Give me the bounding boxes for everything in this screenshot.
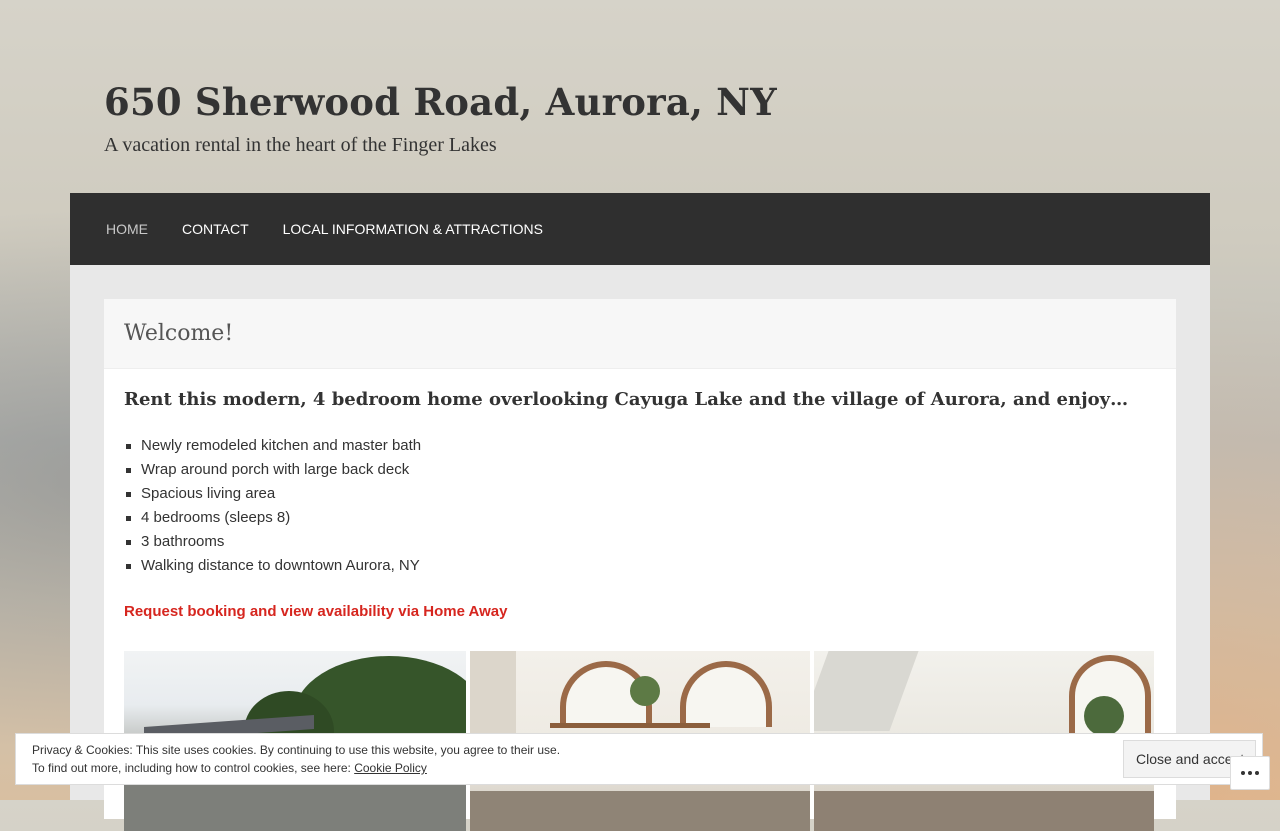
booking-link[interactable]: Request booking and view availability vi… <box>124 603 1156 620</box>
site-tagline: A vacation rental in the heart of the Fi… <box>104 134 497 156</box>
dot-icon <box>1241 771 1245 775</box>
feature-item: 3 bathrooms <box>124 530 1176 554</box>
dot-icon <box>1248 771 1252 775</box>
feature-item: Wrap around porch with large back deck <box>124 458 1176 482</box>
feature-item: Newly remodeled kitchen and master bath <box>124 434 1176 458</box>
dot-icon <box>1255 771 1259 775</box>
cookie-notice: Privacy & Cookies: This site uses cookie… <box>32 741 560 777</box>
post-header: Welcome! <box>104 299 1176 369</box>
feature-item: Spacious living area <box>124 482 1176 506</box>
site-header: 650 Sherwood Road, Aurora, NY A vacation… <box>104 80 777 157</box>
post-title: Welcome! <box>124 321 234 346</box>
main-navigation: HOME CONTACT LOCAL INFORMATION & ATTRACT… <box>70 193 1210 265</box>
nav-item-home[interactable]: HOME <box>106 221 148 237</box>
cookie-line-1: Privacy & Cookies: This site uses cookie… <box>32 743 561 757</box>
cookie-line-2-text: To find out more, including how to contr… <box>32 761 351 775</box>
content-area: Welcome! Rent this modern, 4 bedroom hom… <box>70 265 1210 831</box>
site-title[interactable]: 650 Sherwood Road, Aurora, NY <box>104 80 777 124</box>
feature-list: Newly remodeled kitchen and master bath … <box>124 434 1176 578</box>
nav-item-local-information[interactable]: LOCAL INFORMATION & ATTRACTIONS <box>283 221 543 237</box>
cookie-line-2: To find out more, including how to contr… <box>32 759 560 777</box>
feature-item: 4 bedrooms (sleeps 8) <box>124 506 1176 530</box>
feature-item: Walking distance to downtown Aurora, NY <box>124 554 1176 578</box>
post-lead: Rent this modern, 4 bedroom home overloo… <box>124 389 1129 410</box>
cookie-banner: Privacy & Cookies: This site uses cookie… <box>15 733 1263 785</box>
cookie-policy-link[interactable]: Cookie Policy <box>354 761 427 775</box>
more-options-icon[interactable] <box>1230 756 1270 790</box>
nav-item-contact[interactable]: CONTACT <box>182 221 249 237</box>
